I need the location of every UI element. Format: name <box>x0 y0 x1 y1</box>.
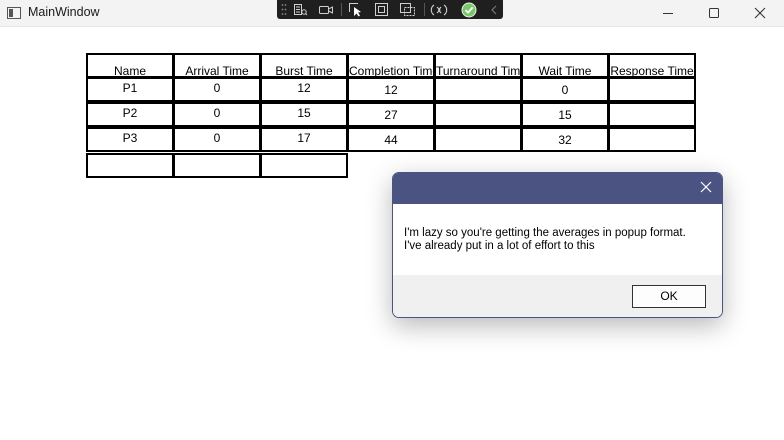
table-cell-name[interactable]: P3 <box>86 127 174 152</box>
column-header-burst-time: Burst Time <box>260 53 348 78</box>
maximize-icon <box>708 7 720 19</box>
table-cell-response-time[interactable] <box>608 127 696 152</box>
display-layout-adorners-icon[interactable] <box>372 2 390 17</box>
new-burst-time-input[interactable] <box>260 153 348 178</box>
table-cell-completion-time[interactable]: 44 <box>347 127 435 152</box>
table-cell-wait-time[interactable]: 15 <box>521 102 609 127</box>
table-cell-arrival-time[interactable]: 0 <box>173 127 261 152</box>
new-name-input[interactable] <box>86 153 174 178</box>
toolbar-separator <box>424 3 425 16</box>
column-header-completion-time: Completion Time <box>347 53 435 78</box>
dialog-message: I'm lazy so you're getting the averages … <box>404 227 686 252</box>
dialog-close-button[interactable] <box>690 173 722 204</box>
table-cell-completion-time[interactable]: 12 <box>347 77 435 102</box>
maximize-button[interactable] <box>691 0 737 26</box>
window-title: MainWindow <box>28 5 100 19</box>
column-header-turnaround-time: Turnaround Time <box>434 53 522 78</box>
table-cell-response-time[interactable] <box>608 77 696 102</box>
ok-button[interactable]: OK <box>632 285 706 308</box>
toolbar-separator <box>341 3 342 16</box>
table-cell-name[interactable]: P2 <box>86 102 174 127</box>
grip-icon[interactable] <box>279 2 289 17</box>
table-cell-arrival-time[interactable]: 0 <box>173 77 261 102</box>
camera-icon[interactable] <box>317 2 335 17</box>
table-cell-name[interactable]: P1 <box>86 77 174 102</box>
close-button[interactable] <box>737 0 783 26</box>
close-icon <box>754 7 766 19</box>
table-cell-burst-time[interactable]: 12 <box>260 77 348 102</box>
table-cell-turnaround-time[interactable] <box>434 127 522 152</box>
column-header-wait-time: Wait Time <box>521 53 609 78</box>
column-header-arrival-time: Arrival Time <box>173 53 261 78</box>
select-element-icon[interactable] <box>347 2 365 17</box>
column-header-response-time: Response Time <box>608 53 696 78</box>
table-cell-arrival-time[interactable]: 0 <box>173 102 261 127</box>
minimize-button[interactable] <box>645 0 691 26</box>
table-cell-turnaround-time[interactable] <box>434 77 522 102</box>
dialog-footer: OK <box>393 275 722 317</box>
table-cell-burst-time[interactable]: 17 <box>260 127 348 152</box>
close-icon <box>700 180 712 198</box>
track-focus-icon[interactable] <box>398 2 416 17</box>
new-arrival-time-input[interactable] <box>173 153 261 178</box>
averages-message-dialog: I'm lazy so you're getting the averages … <box>392 172 723 318</box>
column-header-name: Name <box>86 53 174 78</box>
table-cell-completion-time[interactable]: 27 <box>347 102 435 127</box>
dialog-body: I'm lazy so you're getting the averages … <box>393 204 722 275</box>
table-cell-burst-time[interactable]: 15 <box>260 102 348 127</box>
xaml-debug-toolbar <box>277 0 503 19</box>
dialog-titlebar <box>393 173 722 204</box>
dialog-message-line: I'm lazy so you're getting the averages … <box>404 227 686 239</box>
minimize-icon <box>662 7 674 19</box>
binding-ok-icon[interactable] <box>460 2 478 17</box>
dialog-message-line: I've already put in a lot of effort to t… <box>404 239 595 252</box>
collapse-chevron-icon[interactable] <box>485 2 503 17</box>
table-cell-wait-time[interactable]: 32 <box>521 127 609 152</box>
table-cell-turnaround-time[interactable] <box>434 102 522 127</box>
table-cell-wait-time[interactable]: 0 <box>521 77 609 102</box>
table-cell-response-time[interactable] <box>608 102 696 127</box>
app-window-icon <box>7 6 21 19</box>
live-visual-tree-icon[interactable] <box>291 2 309 17</box>
hot-reload-icon[interactable] <box>430 2 448 17</box>
